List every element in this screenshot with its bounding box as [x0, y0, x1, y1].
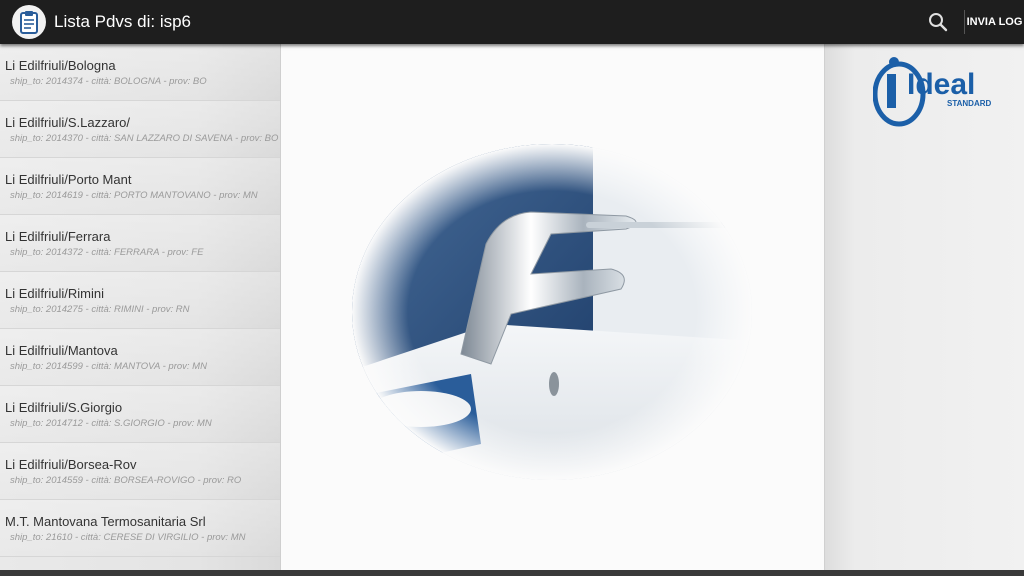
- pdv-detail: ship_to: 2014559 - città: BORSEA-ROVIGO …: [10, 475, 242, 486]
- list-item[interactable]: Li Edilfriuli/Mantova ship_to: 2014599 - …: [0, 329, 280, 386]
- action-bar: Lista Pdvs di: isp6 INVIA LOG: [0, 0, 1024, 44]
- bottom-bar: [0, 570, 1024, 576]
- pdv-detail: ship_to: 2014370 - città: SAN LAZZARO DI…: [10, 133, 279, 144]
- pdv-name: Li Edilfriuli/Borsea-Rov: [5, 457, 137, 472]
- pdv-detail: ship_to: 2014372 - città: FERRARA - prov…: [10, 247, 204, 258]
- list-item[interactable]: Li Edilfriuli/Ferrara ship_to: 2014372 - …: [0, 215, 280, 272]
- list-item[interactable]: M.T. Mantovana Termosanitaria Srl ship_to…: [0, 500, 280, 557]
- pdv-detail: ship_to: 2014599 - città: MANTOVA - prov…: [10, 361, 207, 372]
- pdv-detail: ship_to: 21610 - città: CERESE DI VIRGIL…: [10, 532, 246, 543]
- list-item[interactable]: Li Edilfriuli/Porto Mant ship_to: 2014619…: [0, 158, 280, 215]
- svg-text:Ideal: Ideal: [907, 68, 975, 101]
- pdv-detail: ship_to: 2014619 - città: PORTO MANTOVAN…: [10, 190, 258, 201]
- pdv-name: M.T. Mantovana Termosanitaria Srl: [5, 514, 206, 529]
- pdv-name: Li Edilfriuli/Rimini: [5, 286, 104, 301]
- invia-log-button[interactable]: INVIA LOG: [965, 0, 1024, 44]
- brand-panel: Ideal STANDARD: [824, 44, 1024, 570]
- pdv-detail: ship_to: 2014275 - città: RIMINI - prov:…: [10, 304, 190, 315]
- list-item[interactable]: Li Edilfriuli/Rimini ship_to: 2014275 - c…: [0, 272, 280, 329]
- svg-text:STANDARD: STANDARD: [947, 99, 992, 108]
- list-item[interactable]: Li Edilfriuli/S.Giorgio ship_to: 2014712 …: [0, 386, 280, 443]
- pdv-list[interactable]: Li Edilfriuli/Bologna ship_to: 2014374 - …: [0, 44, 281, 570]
- ideal-standard-logo: Ideal STANDARD: [873, 57, 992, 127]
- product-image: [281, 44, 824, 570]
- list-item[interactable]: Li Edilfriuli/S.Lazzaro/ship_to: 2014370…: [0, 101, 280, 158]
- clipboard-icon[interactable]: [12, 5, 46, 39]
- pdv-name: Li Edilfriuli/Bologna: [5, 58, 116, 73]
- pdv-name: Li Edilfriuli/Mantova: [5, 343, 118, 358]
- list-item[interactable]: Li Edilfriuli/Borsea-Rov ship_to: 2014559…: [0, 443, 280, 500]
- pdv-name: Li Edilfriuli/Porto Mant: [5, 172, 132, 187]
- pdv-detail: ship_to: 2014712 - città: S.GIORGIO - pr…: [10, 418, 212, 429]
- pdv-detail: ship_to: 2014374 - città: BOLOGNA - prov…: [10, 76, 207, 87]
- list-item[interactable]: Li Edilfriuli/Bologna ship_to: 2014374 - …: [0, 44, 280, 101]
- pdv-name: Li Edilfriuli/S.Lazzaro/: [5, 115, 130, 130]
- pdv-name: Li Edilfriuli/S.Giorgio: [5, 400, 123, 415]
- pdv-name: Li Edilfriuli/Ferrara: [5, 229, 111, 244]
- search-icon[interactable]: [924, 8, 952, 36]
- page-title: Lista Pdvs di: isp6: [54, 12, 192, 31]
